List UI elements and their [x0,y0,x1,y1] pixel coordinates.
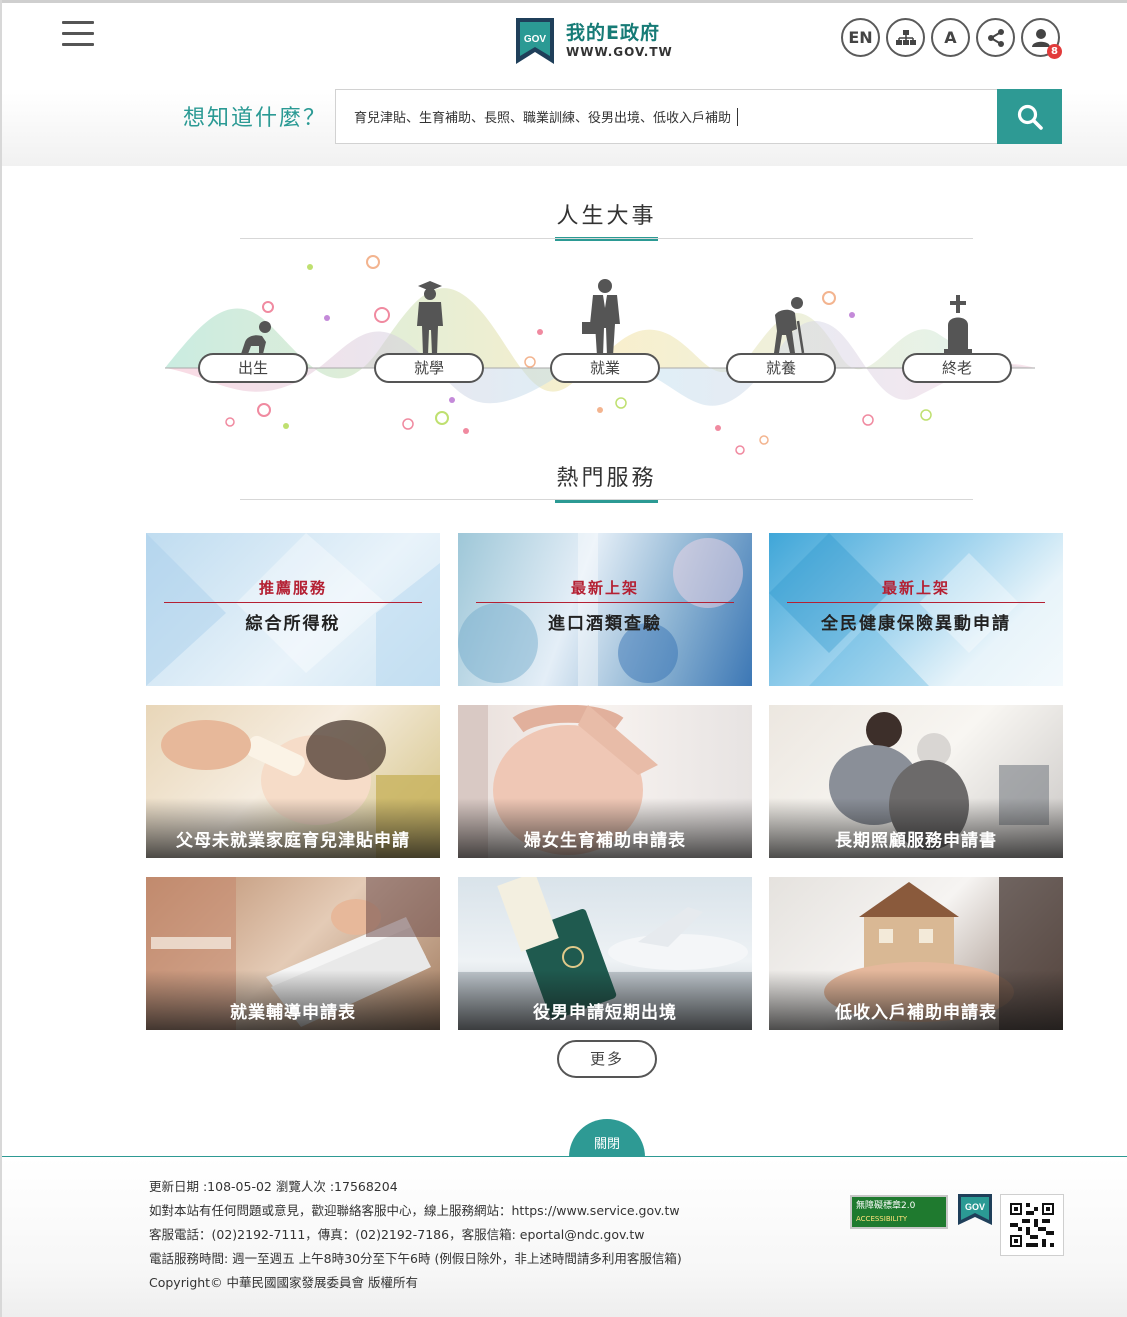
sitemap-icon [895,29,916,45]
logo-url: WWW.GOV.TW [566,45,673,59]
qr-code-icon [1010,1203,1054,1247]
share-icon [987,28,1004,47]
card-title: 父母未就業家庭育兒津貼申請 [146,798,440,858]
service-card-imported-liquor[interactable]: 最新上架 進口酒類查驗 [458,533,752,686]
card-tag-rule [787,602,1045,603]
elder-icon [774,297,805,354]
search-input[interactable]: 育兒津貼、生育補助、長照、職業訓練、役男出境、低收入戶補助 [335,89,998,144]
footer-service-hours: 電話服務時間: 週一至週五 上午8時30分至下午6時 (例假日除外，非上述時間請… [149,1251,682,1266]
popular-services-title: 熱門服務 [556,466,657,491]
card-title: 低收入戶補助申請表 [769,970,1063,1030]
life-events-strip: 出生 就學 就業 就養 終老 [160,245,1040,460]
header-toolbar: EN A 8 [841,18,1066,59]
life-event-birth[interactable]: 出生 [198,353,308,383]
footer-phone-info: 客服電話：(02)2192-7111，傳真：(02)2192-7186，客服信箱… [149,1227,645,1242]
life-event-end-of-life[interactable]: 終老 [902,353,1012,383]
search-input-value: 育兒津貼、生育補助、長照、職業訓練、役男出境、低收入戶補助 [354,111,732,126]
footer-copyright: Copyright© 中華民國國家發展委員會 版權所有 [149,1275,419,1290]
window-left-border [0,0,2,1317]
accessibility-badge[interactable]: 無障礙標章2.0 ACCESSIBILITY [850,1195,948,1229]
qr-code [1000,1194,1064,1256]
notification-badge: 8 [1047,44,1062,59]
font-size-label: A [944,28,957,47]
title-divider [240,499,973,500]
life-event-retirement[interactable]: 就養 [726,353,836,383]
grave-icon [944,295,972,355]
title-divider [240,238,973,239]
footer: 更新日期 :108-05-02 瀏覽人次 :17568204 如對本站有任何問題… [2,1156,1127,1317]
card-tag-rule [476,602,734,603]
life-event-employment[interactable]: 就業 [550,353,660,383]
card-tag: 最新上架 [570,579,639,597]
life-event-school[interactable]: 就學 [374,353,484,383]
service-card-low-income-subsidy[interactable]: 低收入戶補助申請表 [769,877,1063,1030]
service-card-conscript-travel[interactable]: 役男申請短期出境 [458,877,752,1030]
graduate-icon [417,281,443,355]
card-title: 長期照顧服務申請書 [769,798,1063,858]
user-icon [1031,28,1050,47]
card-tag: 最新上架 [881,579,950,597]
card-tag-rule [164,602,422,603]
card-title: 綜合所得稅 [245,614,341,634]
svg-text:GOV: GOV [524,34,547,45]
card-tag: 推薦服務 [258,579,327,597]
search-label: 想知道什麼？ [183,106,328,131]
svg-text:GOV: GOV [965,1202,985,1212]
sitemap-button[interactable] [886,18,925,57]
language-button[interactable]: EN [841,18,880,57]
service-card-employment-counseling[interactable]: 就業輔導申請表 [146,877,440,1030]
share-button[interactable] [976,18,1015,57]
accessibility-badge-subtitle: ACCESSIBILITY [856,1215,908,1223]
footer-contact-info: 如對本站有任何問題或意見，歡迎聯絡客服中心，線上服務網站：https://www… [149,1203,680,1218]
service-card-maternity-subsidy[interactable]: 婦女生育補助申請表 [458,705,752,858]
search-button[interactable] [997,89,1062,144]
font-size-button[interactable]: A [931,18,970,57]
language-label: EN [848,28,873,47]
service-card-income-tax[interactable]: 推薦服務 綜合所得稅 [146,533,440,686]
header: GOV 我的E政府 WWW.GOV.TW EN A 8 想知道什麼？ 育兒津貼、… [2,3,1127,166]
baby-icon [241,321,271,354]
gov-badge-icon[interactable]: GOV [957,1193,993,1227]
accessibility-badge-title: 無障礙標章2.0 [856,1201,916,1211]
menu-icon[interactable] [62,21,94,49]
logo-title: 我的E政府 [566,22,660,44]
life-events-title: 人生大事 [556,204,657,229]
card-title: 婦女生育補助申請表 [458,798,752,858]
card-title: 役男申請短期出境 [458,970,752,1030]
service-card-long-term-care[interactable]: 長期照顧服務申請書 [769,705,1063,858]
service-card-health-insurance[interactable]: 最新上架 全民健康保險異動申請 [769,533,1063,686]
gov-shield-icon: GOV [516,18,554,64]
search-icon [1017,104,1043,130]
worker-icon [582,279,620,356]
life-events-heading: 人生大事 [240,198,973,241]
member-button[interactable]: 8 [1021,18,1062,59]
more-services-button[interactable]: 更多 [557,1040,657,1078]
footer-info: 更新日期 :108-05-02 瀏覽人次 :17568204 如對本站有任何問題… [149,1175,682,1295]
footer-close-button[interactable]: 關閉 [569,1119,645,1157]
card-title: 全民健康保險異動申請 [821,614,1011,634]
popular-services-heading: 熱門服務 [240,460,973,503]
service-card-childcare-allowance[interactable]: 父母未就業家庭育兒津貼申請 [146,705,440,858]
footer-update-info: 更新日期 :108-05-02 瀏覽人次 :17568204 [149,1179,398,1194]
card-title: 就業輔導申請表 [146,970,440,1030]
site-logo[interactable]: GOV 我的E政府 WWW.GOV.TW [514,16,673,66]
card-title: 進口酒類查驗 [548,614,662,634]
